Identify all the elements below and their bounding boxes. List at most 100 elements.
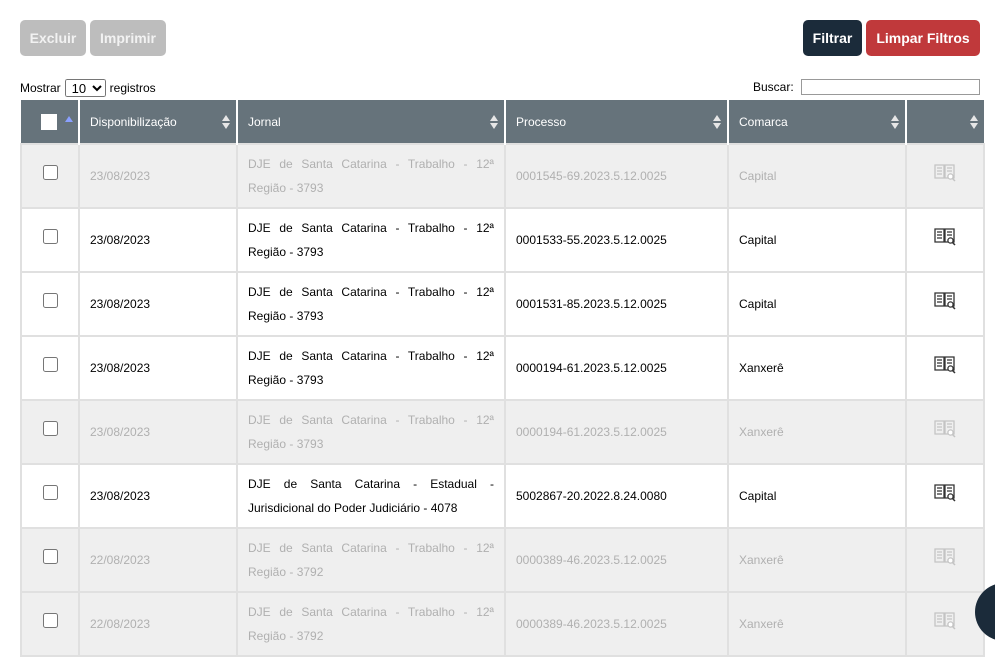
- row-checkbox[interactable]: [42, 613, 58, 628]
- jornal-cell: DJE de Santa Catarina - Trabalho - 12ª R…: [236, 271, 506, 337]
- disponibilizacao-cell: 23/08/2023: [78, 207, 238, 273]
- table-header-row: Disponibilização Jornal Processo Comarca: [21, 100, 984, 144]
- processo-cell: 0000389-46.2023.5.12.0025: [504, 527, 729, 593]
- column-header-comarca[interactable]: Comarca: [727, 100, 906, 144]
- length-suffix-label: registros: [109, 81, 156, 95]
- disponibilizacao-cell: 23/08/2023: [78, 463, 238, 529]
- column-header-label: Processo: [516, 114, 567, 129]
- action-cell: [905, 271, 985, 337]
- table-row[interactable]: 23/08/2023 DJE de Santa Catarina - Trabal…: [20, 271, 985, 337]
- book-search-icon[interactable]: [934, 226, 956, 254]
- disponibilizacao-cell: 23/08/2023: [78, 335, 238, 401]
- action-cell: [905, 591, 985, 657]
- processo-cell: 0000194-61.2023.5.12.0025: [504, 399, 729, 465]
- book-search-icon[interactable]: [934, 610, 956, 638]
- table-row[interactable]: 23/08/2023 DJE de Santa Catarina - Estadu…: [20, 463, 985, 529]
- search-input[interactable]: [800, 79, 980, 95]
- sort-asc-icon: [65, 116, 73, 122]
- row-checkbox[interactable]: [42, 357, 58, 372]
- processo-cell: 0000194-61.2023.5.12.0025: [504, 335, 729, 401]
- sort-icon: [222, 115, 230, 129]
- processo-cell: 0001531-85.2023.5.12.0025: [504, 271, 729, 337]
- comarca-cell: Capital: [727, 463, 907, 529]
- column-header-disponibilizacao[interactable]: Disponibilização: [78, 100, 237, 144]
- disponibilizacao-cell: 22/08/2023: [78, 591, 238, 657]
- comarca-cell: Xanxerê: [727, 527, 907, 593]
- table-row[interactable]: 22/08/2023 DJE de Santa Catarina - Trabal…: [20, 591, 985, 657]
- jornal-cell: DJE de Santa Catarina - Trabalho - 12ª R…: [236, 527, 506, 593]
- page-length-select[interactable]: 10: [64, 79, 106, 97]
- disponibilizacao-cell: 22/08/2023: [78, 527, 238, 593]
- action-cell: [905, 143, 985, 209]
- clear-filters-button[interactable]: Limpar Filtros: [866, 20, 980, 56]
- row-select-cell: [20, 591, 80, 657]
- book-search-icon[interactable]: [934, 482, 956, 510]
- column-header-processo[interactable]: Processo: [504, 100, 728, 144]
- publications-table: Disponibilização Jornal Processo Comarca…: [20, 100, 985, 657]
- action-cell: [905, 335, 985, 401]
- comarca-cell: Capital: [727, 207, 907, 273]
- column-header-actions[interactable]: [905, 100, 984, 144]
- row-checkbox[interactable]: [42, 165, 58, 180]
- processo-cell: 0001545-69.2023.5.12.0025: [504, 143, 729, 209]
- column-header-jornal[interactable]: Jornal: [236, 100, 505, 144]
- row-select-cell: [20, 527, 80, 593]
- sort-icon: [970, 115, 978, 129]
- disponibilizacao-cell: 23/08/2023: [78, 271, 238, 337]
- processo-cell: 0000389-46.2023.5.12.0025: [504, 591, 729, 657]
- book-search-icon[interactable]: [934, 546, 956, 574]
- row-select-cell: [20, 335, 80, 401]
- column-header-label: Jornal: [248, 114, 281, 129]
- row-checkbox[interactable]: [42, 485, 58, 500]
- book-search-icon[interactable]: [934, 290, 956, 318]
- row-select-cell: [20, 463, 80, 529]
- print-button[interactable]: Imprimir: [90, 20, 166, 56]
- row-select-cell: [20, 207, 80, 273]
- comarca-cell: Xanxerê: [727, 399, 907, 465]
- jornal-cell: DJE de Santa Catarina - Trabalho - 12ª R…: [236, 591, 506, 657]
- processo-cell: 5002867-20.2022.8.24.0080: [504, 463, 729, 529]
- book-search-icon[interactable]: [934, 354, 956, 382]
- action-cell: [905, 463, 985, 529]
- search-label: Buscar:: [753, 80, 794, 94]
- search-control: Buscar:: [753, 79, 980, 95]
- processo-cell: 0001533-55.2023.5.12.0025: [504, 207, 729, 273]
- row-select-cell: [20, 399, 80, 465]
- row-checkbox[interactable]: [42, 549, 58, 564]
- action-cell: [905, 399, 985, 465]
- column-header-label: Disponibilização: [90, 114, 177, 129]
- jornal-cell: DJE de Santa Catarina - Trabalho - 12ª R…: [236, 335, 506, 401]
- action-cell: [905, 527, 985, 593]
- sort-icon: [891, 115, 899, 129]
- delete-button[interactable]: Excluir: [20, 20, 86, 56]
- comarca-cell: Capital: [727, 271, 907, 337]
- book-search-icon[interactable]: [934, 162, 956, 190]
- comarca-cell: Xanxerê: [727, 591, 907, 657]
- row-checkbox[interactable]: [42, 421, 58, 436]
- length-prefix-label: Mostrar: [20, 81, 61, 95]
- jornal-cell: DJE de Santa Catarina - Trabalho - 12ª R…: [236, 399, 506, 465]
- column-header-label: Comarca: [739, 114, 788, 129]
- row-checkbox[interactable]: [42, 229, 58, 244]
- comarca-cell: Xanxerê: [727, 335, 907, 401]
- disponibilizacao-cell: 23/08/2023: [78, 399, 238, 465]
- sort-icon: [713, 115, 721, 129]
- jornal-cell: DJE de Santa Catarina - Trabalho - 12ª R…: [236, 207, 506, 273]
- table-row[interactable]: 23/08/2023 DJE de Santa Catarina - Trabal…: [20, 143, 985, 209]
- filter-button[interactable]: Filtrar: [803, 20, 862, 56]
- select-all-checkbox[interactable]: [41, 113, 57, 130]
- table-row[interactable]: 23/08/2023 DJE de Santa Catarina - Trabal…: [20, 335, 985, 401]
- comarca-cell: Capital: [727, 143, 907, 209]
- disponibilizacao-cell: 23/08/2023: [78, 143, 238, 209]
- table-row[interactable]: 22/08/2023 DJE de Santa Catarina - Trabal…: [20, 527, 985, 593]
- action-cell: [905, 207, 985, 273]
- table-row[interactable]: 23/08/2023 DJE de Santa Catarina - Trabal…: [20, 399, 985, 465]
- row-select-cell: [20, 143, 80, 209]
- jornal-cell: DJE de Santa Catarina - Trabalho - 12ª R…: [236, 143, 506, 209]
- row-select-cell: [20, 271, 80, 337]
- table-row[interactable]: 23/08/2023 DJE de Santa Catarina - Trabal…: [20, 207, 985, 273]
- jornal-cell: DJE de Santa Catarina - Estadual - Juris…: [236, 463, 506, 529]
- row-checkbox[interactable]: [42, 293, 58, 308]
- select-all-header[interactable]: [21, 100, 79, 144]
- book-search-icon[interactable]: [934, 418, 956, 446]
